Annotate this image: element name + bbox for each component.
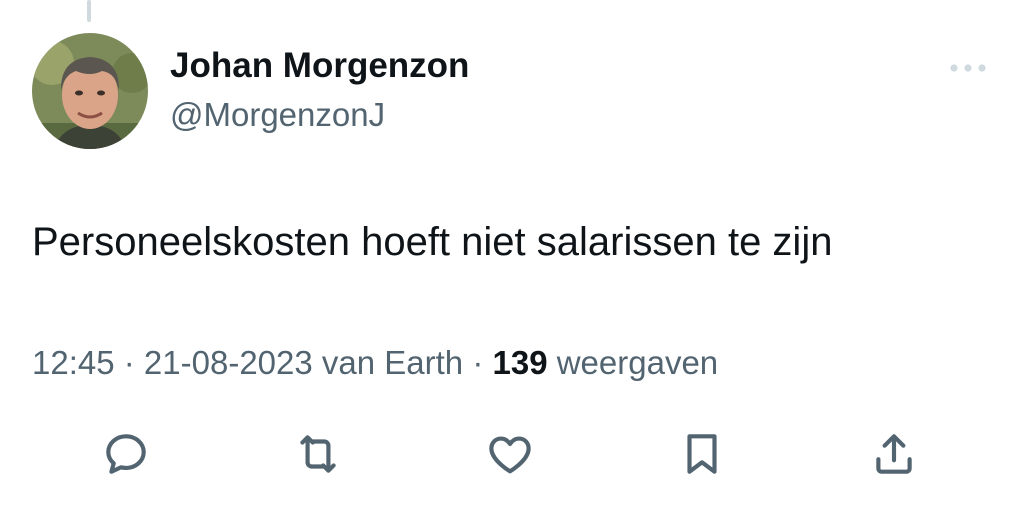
thread-connector-line xyxy=(87,0,91,22)
meta-separator: · xyxy=(463,344,493,381)
tweet-meta: 12:45 · 21-08-2023 van Earth · 139 weerg… xyxy=(32,344,718,382)
views-count[interactable]: 139 xyxy=(492,344,547,381)
reply-button[interactable] xyxy=(98,426,154,482)
like-button[interactable] xyxy=(482,426,538,482)
more-dots-icon xyxy=(950,64,986,72)
tweet-text: Personeelskosten hoeft niet salarissen t… xyxy=(32,220,833,264)
like-icon xyxy=(489,436,531,474)
author-name[interactable]: Johan Morgenzon xyxy=(170,46,469,86)
retweet-icon xyxy=(300,435,336,473)
more-options-button[interactable] xyxy=(946,56,990,80)
tweet-time[interactable]: 12:45 xyxy=(32,344,115,381)
retweet-button[interactable] xyxy=(290,426,346,482)
tweet-date[interactable]: 21-08-2023 xyxy=(144,344,313,381)
bookmark-icon xyxy=(687,434,717,474)
avatar-photo xyxy=(32,33,148,149)
tweet-source: van Earth xyxy=(321,344,464,381)
avatar[interactable] xyxy=(32,33,148,149)
share-button[interactable] xyxy=(866,426,922,482)
author-handle[interactable]: @MorgenzonJ xyxy=(170,96,385,134)
share-icon xyxy=(876,434,912,474)
meta-separator: · xyxy=(114,344,144,381)
tweet-action-bar xyxy=(0,426,1024,482)
reply-icon xyxy=(106,434,146,474)
bookmark-button[interactable] xyxy=(674,426,730,482)
views-label: weergaven xyxy=(556,344,719,381)
